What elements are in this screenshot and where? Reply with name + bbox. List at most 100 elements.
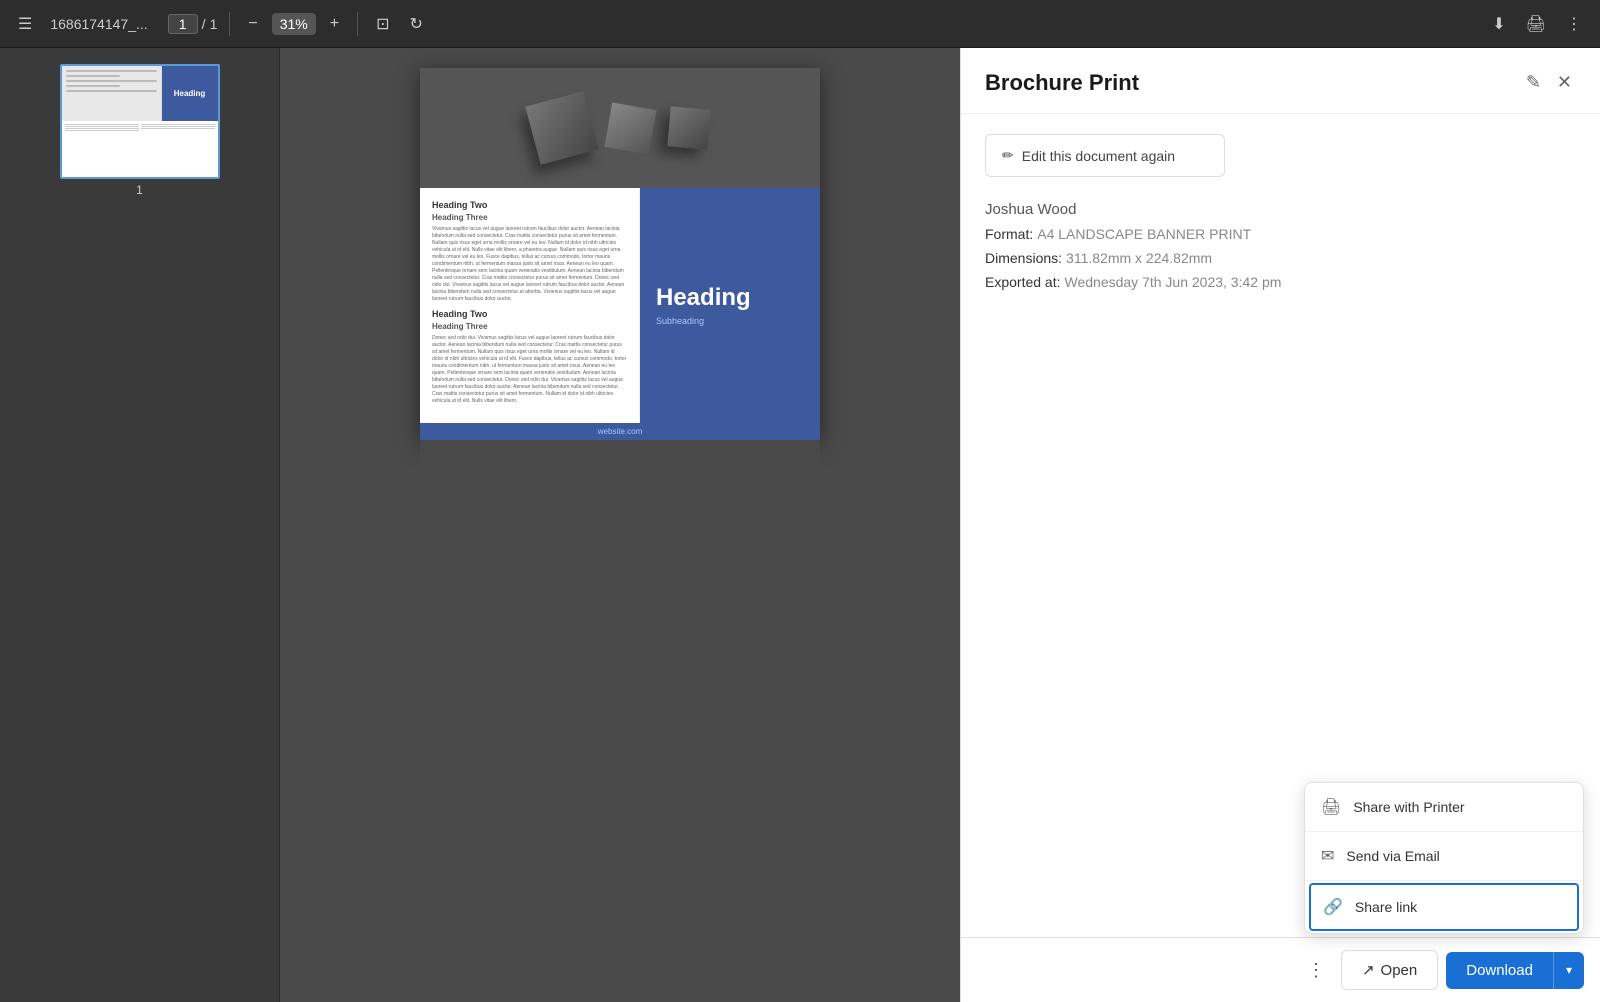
doc-body: Heading Two Heading Three Vivamus sagitt… [420,188,820,423]
panel-header-actions: ✎ ✕ [1522,68,1576,97]
cube-shape-1 [525,91,598,164]
caret-down-icon: ▾ [1566,963,1572,977]
right-panel: Brochure Print ✎ ✕ ✏ Edit this document … [960,48,1600,1002]
filename-label: 1686174147_... [50,16,147,32]
dimensions-label: Dimensions: [985,250,1062,266]
doc-body-right: Heading Subheading [640,188,820,423]
rotate-button[interactable]: ↻ [403,10,428,38]
zoom-out-icon: − [248,15,257,33]
panel-bottom-bar: ⋮ ↗ Open Download ▾ [961,937,1600,1002]
format-label: Format: [985,226,1033,242]
doc-footer: website.com [420,423,820,440]
panel-header: Brochure Print ✎ ✕ [961,48,1600,114]
share-printer-item[interactable]: 🖨 Share with Printer [1305,783,1583,832]
open-icon: ↗ [1362,961,1375,979]
cube-container [532,98,709,158]
download-toolbar-button[interactable]: ⬇ [1486,10,1511,38]
doc-body-text-left: Vivamus sagittis lacus vel augue laoreet… [432,226,627,303]
link-icon: 🔗 [1323,897,1343,917]
thumb-col-1 [65,124,139,174]
more-toolbar-button[interactable]: ⋮ [1560,10,1588,38]
more-options-button[interactable]: ⋮ [1299,954,1333,987]
doc-page-bottom-area [420,440,820,640]
page-number-input[interactable] [168,14,198,34]
page-info: / 1 [168,14,218,34]
panel-title: Brochure Print [985,70,1139,96]
send-email-label: Send via Email [1346,848,1439,864]
zoom-in-icon: + [330,15,339,33]
hamburger-icon: ☰ [18,14,32,34]
edit-document-label: Edit this document again [1022,148,1175,164]
dimensions-value: 311.82mm x 224.82mm [1066,250,1212,266]
doc-main-subheading: Subheading [656,316,704,326]
thumb-top: Heading [62,66,218,121]
thumb-left [62,66,162,121]
close-icon: ✕ [1557,72,1572,92]
meta-exported-row: Exported at: Wednesday 7th Jun 2023, 3:4… [985,274,1576,290]
edit-title-icon: ✎ [1526,72,1541,92]
fullscreen-icon: ⊡ [376,14,389,34]
thumb-line-4 [66,85,121,87]
edit-document-button[interactable]: ✏ Edit this document again [985,134,1225,177]
thumb-line-2 [66,75,121,77]
exported-label: Exported at: [985,274,1061,290]
thumb-col-2 [141,124,215,174]
thumb-heading: Heading [174,89,206,98]
thumbnail-item-1[interactable]: Heading 1 [60,64,220,197]
doc-heading-two-right-col: Heading Two [432,309,627,319]
close-panel-button[interactable]: ✕ [1553,68,1576,97]
download-button-group: Download ▾ [1446,952,1584,989]
meta-dimensions-row: Dimensions: 311.82mm x 224.82mm [985,250,1576,266]
share-printer-label: Share with Printer [1353,799,1464,815]
download-main-button[interactable]: Download [1446,952,1553,989]
fullscreen-button[interactable]: ⊡ [370,10,395,38]
cube-shape-2 [604,102,656,154]
thumbnails-panel: Heading 1 [0,48,280,1002]
total-pages: 1 [210,16,218,32]
panel-meta-section: Joshua Wood Format: A4 LANDSCAPE BANNER … [985,201,1576,290]
open-button[interactable]: ↗ Open [1341,950,1438,990]
open-label: Open [1381,962,1418,979]
hamburger-menu-button[interactable]: ☰ [12,10,38,38]
email-icon: ✉ [1321,846,1334,866]
cube-shape-3 [667,106,710,149]
meta-author: Joshua Wood [985,201,1576,218]
exported-value: Wednesday 7th Jun 2023, 3:42 pm [1065,274,1282,290]
pencil-icon: ✏ [1002,147,1014,164]
edit-title-button[interactable]: ✎ [1522,68,1545,97]
zoom-out-button[interactable]: − [242,11,263,37]
divider-1 [229,12,230,36]
meta-format-row: Format: A4 LANDSCAPE BANNER PRINT [985,226,1576,242]
doc-body-text-right-col: Donec sed odio dui. Vivamus sagittis lac… [432,335,627,405]
download-caret-button[interactable]: ▾ [1553,952,1584,989]
main-content: Heading 1 [0,48,1600,1002]
print-toolbar-icon: 🖨 [1526,14,1546,34]
download-toolbar-icon: ⬇ [1492,14,1505,34]
thumb-line-5 [66,90,157,92]
thumb-bottom [62,121,218,177]
toolbar: ☰ 1686174147_... / 1 − 31% + ⊡ ↻ ⬇ 🖨 ⋮ [0,0,1600,48]
send-email-item[interactable]: ✉ Send via Email [1305,832,1583,881]
format-value: A4 LANDSCAPE BANNER PRINT [1037,226,1251,242]
thumb-right: Heading [162,66,218,121]
zoom-in-button[interactable]: + [324,11,345,37]
rotate-icon: ↻ [409,14,422,34]
doc-body-left: Heading Two Heading Three Vivamus sagitt… [420,188,640,423]
print-toolbar-button[interactable]: 🖨 [1520,10,1552,38]
download-label: Download [1466,962,1533,979]
doc-heading-three-left: Heading Three [432,213,627,222]
zoom-level-button[interactable]: 31% [272,13,316,35]
doc-heading-two-left: Heading Two [432,200,627,210]
share-link-item[interactable]: 🔗 Share link [1309,883,1579,931]
thumbnail-number-1: 1 [136,183,143,197]
doc-heading-three-right-col: Heading Three [432,322,627,331]
pdf-viewer[interactable]: Heading Two Heading Three Vivamus sagitt… [280,48,960,1002]
printer-icon: 🖨 [1321,797,1341,817]
divider-2 [357,12,358,36]
thumb-line-3 [66,80,157,82]
doc-page-top [420,68,820,188]
document-page: Heading Two Heading Three Vivamus sagitt… [420,68,820,440]
page-separator: / [202,16,206,32]
share-dropdown: 🖨 Share with Printer ✉ Send via Email 🔗 … [1304,782,1584,934]
doc-website: website.com [598,427,642,436]
